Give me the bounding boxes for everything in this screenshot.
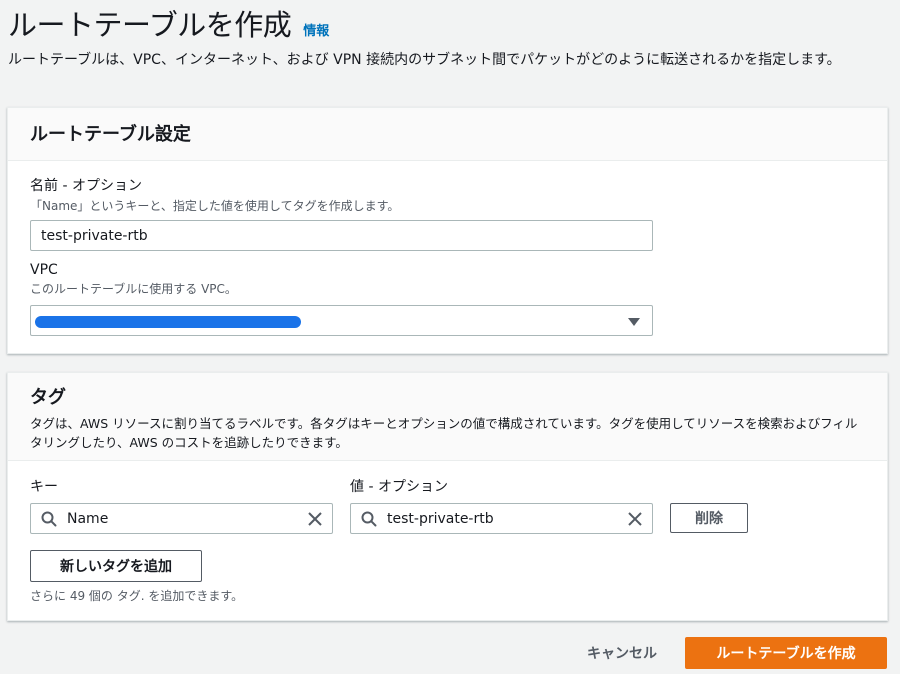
tag-limit-hint: さらに 49 個の タグ. を追加できます。 [30,589,244,603]
tag-key-input[interactable]: Name [30,503,333,534]
title-row: ルートテーブルを作成 情報 [8,2,892,44]
page-title: ルートテーブルを作成 [8,8,292,42]
remove-tag-button[interactable]: 削除 [670,503,748,533]
tags-panel-description: タグは、AWS リソースに割り当てるラベルです。各タグはキーとオプションの値で構… [30,416,858,450]
caret-down-icon [628,318,640,326]
info-link[interactable]: 情報 [303,20,329,39]
search-icon [351,504,387,533]
name-field-group: 名前 - オプション 「Name」というキーと、指定した値を使用してタグを作成し… [30,175,399,214]
page-header: ルートテーブルを作成 情報 ルートテーブルは、VPC、インターネット、および V… [8,2,892,71]
vpc-select[interactable] [30,305,653,336]
name-field-label: 名前 - オプション [30,178,142,194]
tag-key-value: Name [67,510,109,527]
settings-panel-header: ルートテーブル設定 [8,108,887,161]
close-icon[interactable] [298,504,332,533]
redacted-vpc-value [35,316,301,328]
name-input[interactable] [30,220,653,251]
tag-key-label: キー [30,479,58,495]
settings-panel-title: ルートテーブル設定 [30,124,191,145]
tags-panel-header: タグ タグは、AWS リソースに割り当てるラベルです。各タグはキーとオプションの… [8,373,887,461]
create-route-table-button[interactable]: ルートテーブルを作成 [685,637,887,669]
tags-panel-title: タグ [30,387,66,408]
tag-value-value: test-private-rtb [387,510,494,527]
search-icon [31,504,67,533]
close-icon[interactable] [618,504,652,533]
vpc-field-group: VPC このルートテーブルに使用する VPC。 [30,262,237,297]
tag-value-label: 値 - オプション [350,479,448,495]
route-table-settings-panel: ルートテーブル設定 名前 - オプション 「Name」というキーと、指定した値を… [7,107,888,354]
vpc-field-description: このルートテーブルに使用する VPC。 [30,282,237,296]
vpc-field-label: VPC [30,262,58,278]
name-field-description: 「Name」というキーと、指定した値を使用してタグを作成します。 [30,199,400,213]
cancel-button[interactable]: キャンセル [572,637,672,669]
add-tag-button[interactable]: 新しいタグを追加 [30,550,202,582]
tags-panel: タグ タグは、AWS リソースに割り当てるラベルです。各タグはキーとオプションの… [7,372,888,621]
tag-value-input[interactable]: test-private-rtb [350,503,653,534]
page-description: ルートテーブルは、VPC、インターネット、および VPN 接続内のサブネット間で… [8,52,841,68]
